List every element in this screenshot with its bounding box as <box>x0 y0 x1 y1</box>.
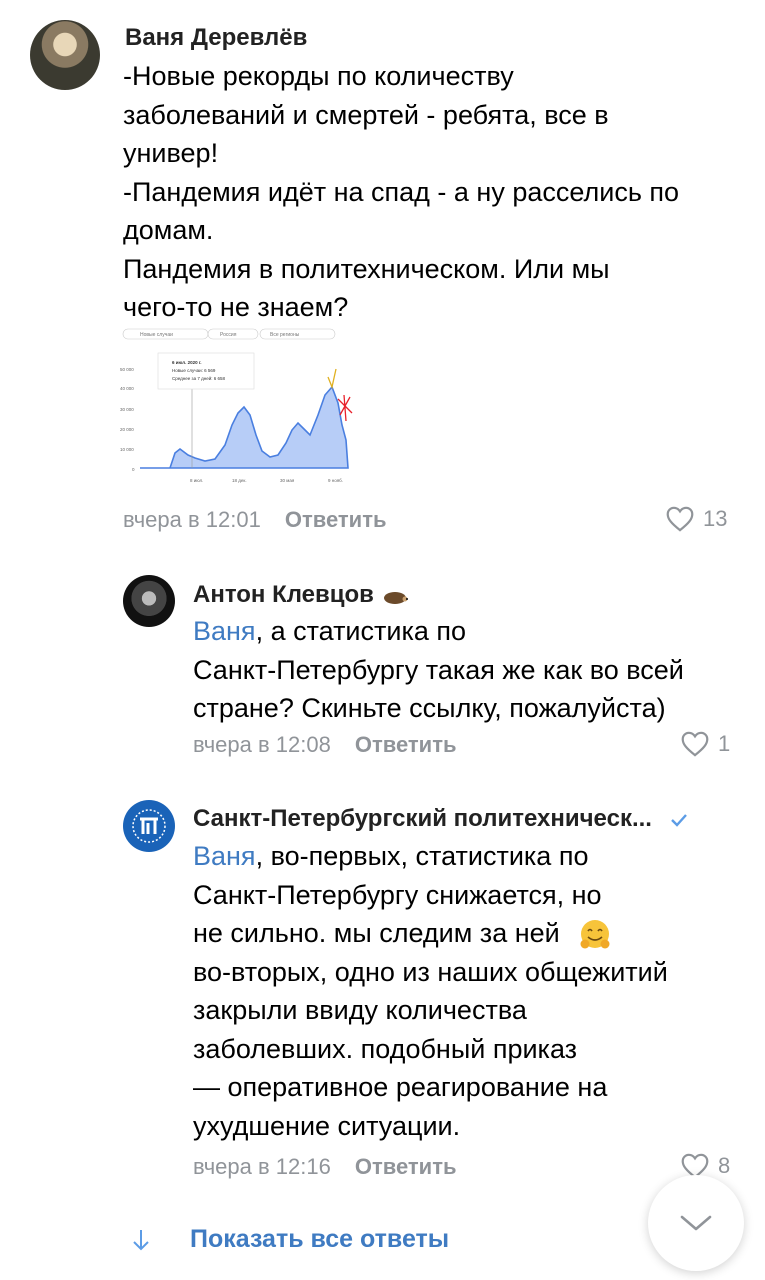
tooltip-date: 6 июл. 2020 г. <box>172 360 202 365</box>
chart-filter-cases: Новые случаи <box>140 332 173 338</box>
chart-filter-country: Россия <box>220 332 237 338</box>
mention-link[interactable]: Ваня <box>193 841 256 871</box>
x-tick: 8 июл. <box>190 478 203 483</box>
like-button[interactable]: 13 <box>665 505 727 532</box>
polytech-logo-icon <box>132 809 166 843</box>
show-all-replies-label: Показать все ответы <box>190 1225 450 1253</box>
hugging-face-emoji-icon <box>580 919 610 949</box>
comment-author[interactable]: Антон Клевцов <box>193 581 409 609</box>
comment-meta: вчера в 12:16 Ответить <box>193 1154 457 1180</box>
tooltip-new-cases: Новые случаи: 6 569 <box>172 368 216 373</box>
comment-author[interactable]: Ваня Деревлёв <box>125 24 307 52</box>
comment-time: вчера в 12:16 <box>193 1154 331 1179</box>
y-tick: 50 000 <box>120 367 134 372</box>
mention-link[interactable]: Ваня <box>193 616 256 646</box>
comment-meta: вчера в 12:01 Ответить <box>123 507 387 533</box>
hedgehog-emoji-icon <box>383 591 408 604</box>
comment-author[interactable]: Санкт-Петербургский политехническ... <box>193 805 689 833</box>
checkmark-doodle-icon <box>327 368 337 390</box>
like-count: 8 <box>718 1152 731 1178</box>
heart-icon <box>681 731 709 757</box>
reply-button[interactable]: Ответить <box>355 732 457 757</box>
comment-meta: вчера в 12:08 Ответить <box>193 732 457 758</box>
y-tick: 10 000 <box>120 447 134 452</box>
scroll-down-button[interactable] <box>648 1175 744 1271</box>
show-all-replies-button[interactable]: Показать все ответы <box>130 1225 449 1254</box>
comment-text: Ваня, во-первых, статистика по Санкт-Пет… <box>193 841 668 1141</box>
tooltip-average: Среднее за 7 дней: 6 658 <box>172 375 225 381</box>
avatar-polytech[interactable] <box>123 800 175 852</box>
y-tick: 30 000 <box>120 407 134 412</box>
y-tick: 40 000 <box>120 386 134 391</box>
avatar-vanya[interactable] <box>30 20 100 90</box>
y-tick: 0 <box>132 467 135 472</box>
x-tick: 30 мая <box>280 478 295 483</box>
x-tick: 9 нояб. <box>328 478 343 483</box>
comment-time: вчера в 12:01 <box>123 507 261 532</box>
reply-button[interactable]: Ответить <box>355 1154 457 1179</box>
attached-chart-image[interactable]: Новые случаи Россия Все регионы 50 000 4… <box>120 325 365 490</box>
reply-button[interactable]: Ответить <box>285 507 387 532</box>
avatar-anton[interactable] <box>123 575 175 627</box>
y-tick: 20 000 <box>120 427 134 432</box>
comment-text: -Новые рекорды по количеству заболеваний… <box>123 61 680 322</box>
x-tick: 18 дек. <box>232 478 247 483</box>
like-count: 1 <box>718 730 731 756</box>
verified-check-icon <box>670 813 687 827</box>
heart-icon <box>666 506 694 532</box>
comment-text: Ваня, а статистика по Санкт-Петербургу т… <box>193 616 684 723</box>
chevron-down-icon <box>680 1215 712 1231</box>
arrow-down-icon <box>133 1229 149 1250</box>
comment-time: вчера в 12:08 <box>193 732 331 757</box>
like-button[interactable]: 1 <box>680 730 730 757</box>
like-count: 13 <box>703 505 728 531</box>
chart-filter-regions: Все регионы <box>270 332 300 338</box>
